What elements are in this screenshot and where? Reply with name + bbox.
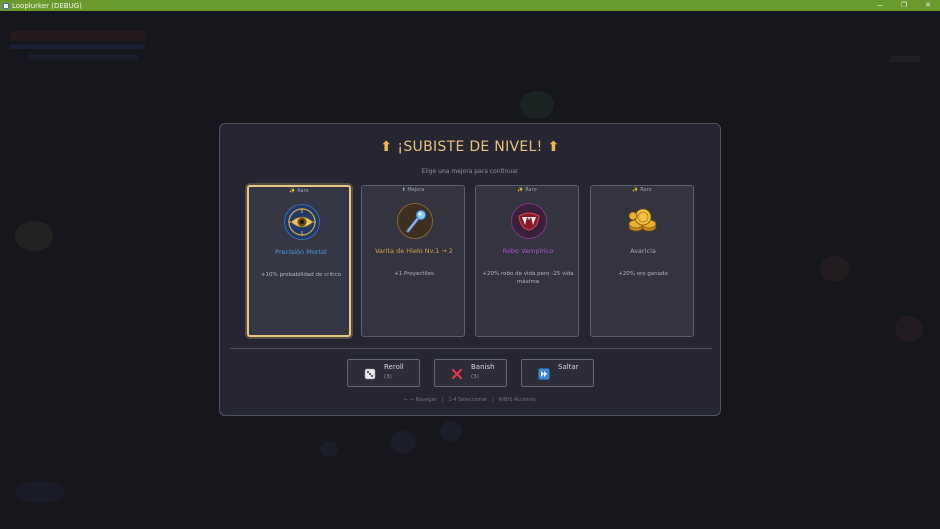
hint-separator: |: [492, 397, 494, 403]
upgrade-description: +1 Proyectiles: [394, 271, 434, 277]
upgrade-description: +10% probabilidad de crítico: [260, 272, 342, 278]
hint-navigate: ← → Navegar: [404, 397, 437, 403]
upgrade-name: Varita de Hielo Nv.1 → 2: [375, 247, 453, 255]
reroll-count: (3): [384, 374, 392, 380]
upgrade-name: Robo Vampírico: [502, 247, 554, 255]
fangs-icon: [511, 203, 547, 239]
upgrade-card-precision[interactable]: ✨ Raro Precisión Mortal +10% probabilida…: [247, 185, 351, 337]
skip-label: Saltar: [558, 363, 579, 371]
reroll-label: Reroll: [384, 363, 404, 371]
window-title: Looplurker (DEBUG): [12, 1, 82, 10]
modal-subtitle: Elige una mejora para continuar: [421, 168, 519, 175]
rarity-label: ⬆ Mejora: [401, 187, 425, 193]
app-icon: [3, 2, 9, 9]
keyboard-hints: ← → Navegar | 1-4 Seleccionar | R/B/S Accion…: [220, 397, 720, 403]
dice-icon: [364, 368, 376, 380]
window-titlebar: Looplurker (DEBUG) — ❐ ✕: [0, 0, 940, 11]
hint-select: 1-4 Seleccionar: [448, 397, 488, 403]
minimize-button[interactable]: —: [868, 0, 892, 11]
skip-button[interactable]: Saltar: [521, 359, 594, 387]
level-up-modal: ⬆ ¡SUBISTE DE NIVEL! ⬆ Elige una mejora pa…: [219, 123, 721, 416]
banish-button[interactable]: Banish (3): [434, 359, 507, 387]
title-text: ¡SUBISTE DE NIVEL!: [397, 139, 543, 155]
rarity-label: ✨ Raro: [289, 188, 309, 194]
upgrade-card-vampiric[interactable]: ✨ Raro Robo Vampírico +20% robo de vida …: [475, 185, 579, 337]
rarity-label: ✨ Raro: [517, 187, 537, 193]
x-icon: [451, 368, 463, 380]
reroll-button[interactable]: Reroll (3): [347, 359, 420, 387]
ice-wand-icon: [397, 203, 433, 239]
upgrade-description: +20% robo de vida pero -25 vida máxima: [482, 271, 574, 285]
divider: [230, 348, 712, 349]
up-arrow-icon: ⬆: [380, 139, 393, 155]
banish-count: (3): [471, 374, 479, 380]
banish-label: Banish: [471, 363, 495, 371]
up-arrow-icon: ⬆: [547, 139, 560, 155]
upgrade-card-greed[interactable]: ✨ Raro Avaricia +20% oro ganado: [590, 185, 694, 337]
upgrade-description: +20% oro ganado: [618, 271, 668, 277]
gold-coins-icon: [626, 203, 660, 237]
skip-icon: [538, 368, 550, 380]
close-button[interactable]: ✕: [916, 0, 940, 11]
hint-separator: |: [441, 397, 444, 403]
upgrade-name: Precisión Mortal: [275, 248, 327, 256]
upgrade-name: Avaricia: [630, 247, 656, 255]
maximize-button[interactable]: ❐: [892, 0, 916, 11]
upgrade-card-ice-wand[interactable]: ⬆ Mejora Varita de Hielo Nv.1 → 2 +1 Pro…: [361, 185, 465, 337]
hint-actions: R/B/S Acciones: [498, 397, 536, 403]
rarity-label: ✨ Raro: [632, 187, 652, 193]
modal-title: ⬆ ¡SUBISTE DE NIVEL! ⬆: [220, 139, 720, 155]
eye-icon: [284, 204, 320, 240]
